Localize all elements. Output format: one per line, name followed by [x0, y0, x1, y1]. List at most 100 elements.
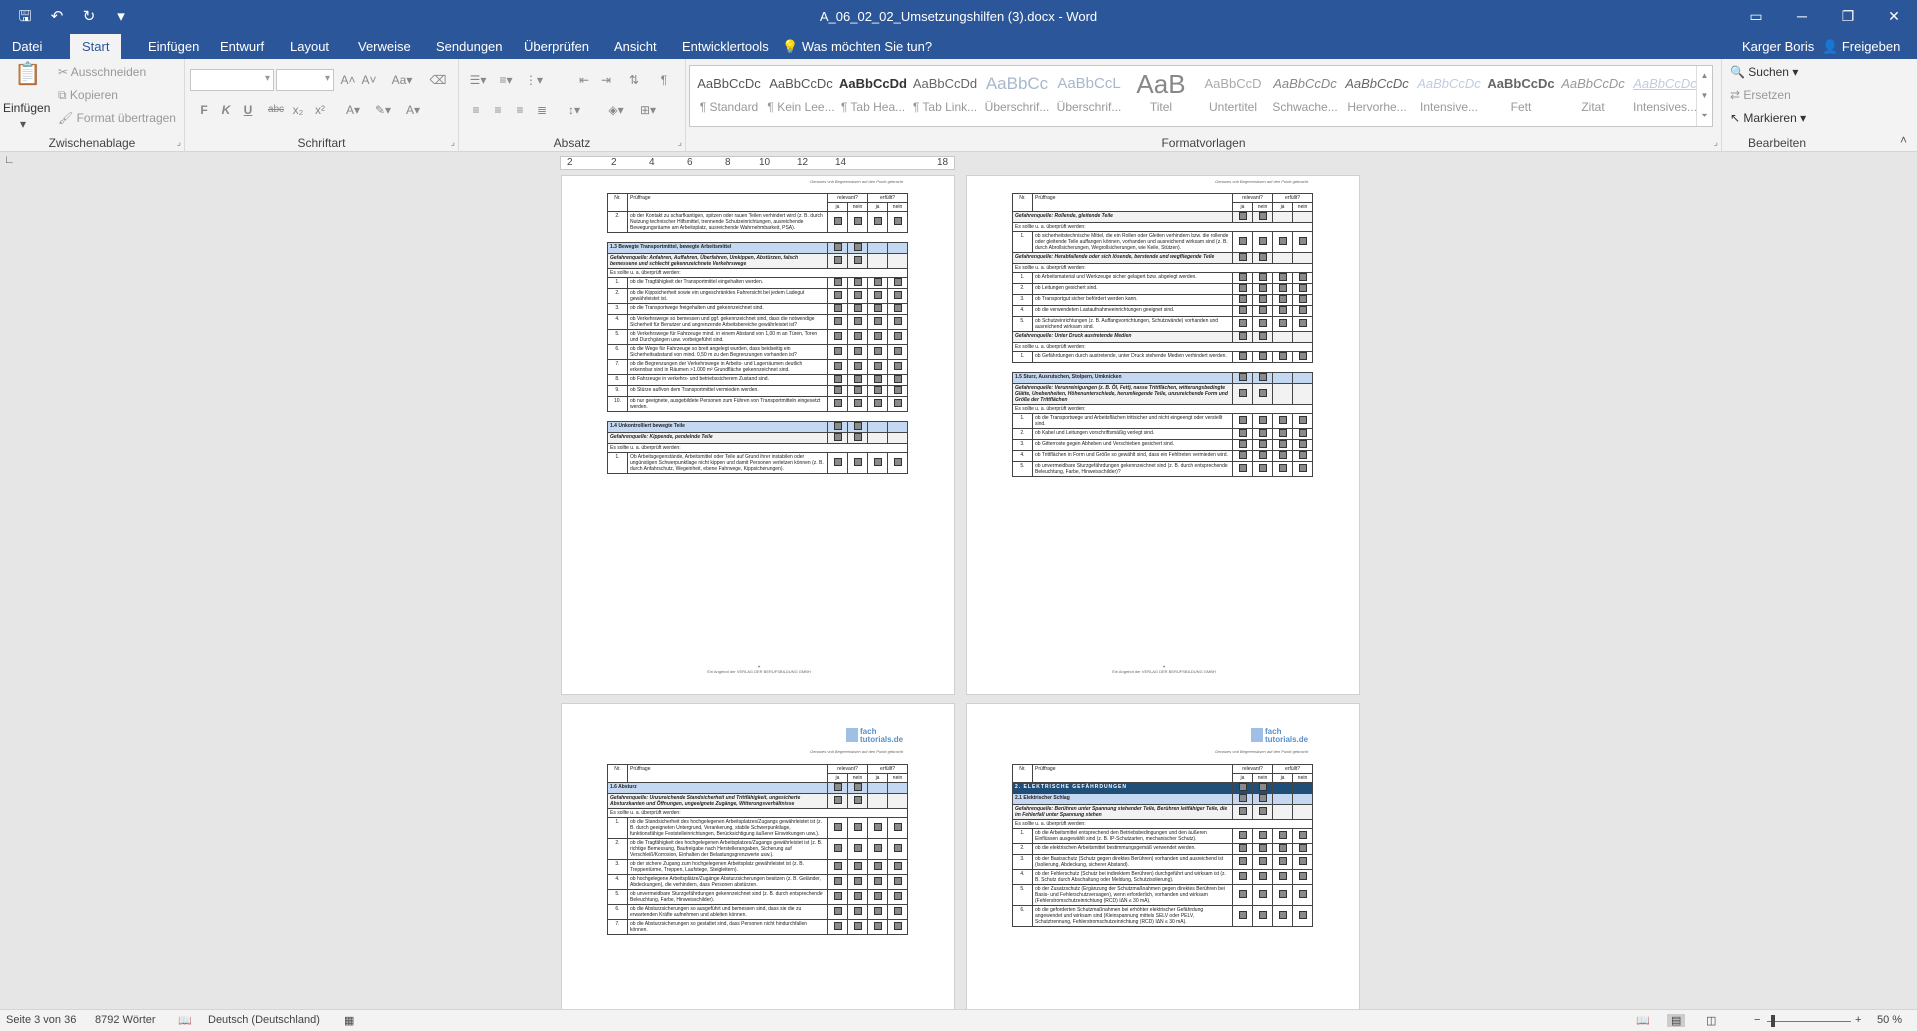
font-size-combo[interactable] — [276, 69, 334, 91]
checkbox[interactable] — [887, 817, 909, 839]
checkbox[interactable] — [846, 374, 869, 386]
replace-button[interactable]: ⇄ Ersetzen — [1730, 88, 1791, 102]
style-subtitle[interactable]: AaBbCcD Untertitel — [1198, 68, 1268, 124]
checkbox[interactable] — [887, 874, 909, 890]
checkbox[interactable] — [867, 344, 889, 360]
checkbox[interactable] — [867, 838, 889, 860]
print-layout-icon[interactable]: ▤ — [1667, 1014, 1686, 1027]
macro-record-icon[interactable]: ▦ — [344, 1014, 354, 1027]
checkbox[interactable] — [867, 329, 889, 345]
checkbox[interactable] — [887, 385, 909, 397]
checkbox[interactable] — [1272, 294, 1294, 306]
checkbox[interactable] — [846, 838, 869, 860]
tell-me-search[interactable]: 💡 Was möchten Sie tun? — [770, 34, 944, 59]
checkbox[interactable] — [1292, 272, 1314, 284]
checkbox[interactable] — [1251, 869, 1274, 885]
checkbox[interactable] — [887, 859, 909, 875]
checkbox[interactable] — [1292, 428, 1314, 440]
checkbox[interactable] — [1272, 869, 1294, 885]
checkbox[interactable] — [846, 452, 869, 474]
checkbox[interactable] — [1292, 450, 1314, 462]
checkbox[interactable] — [846, 303, 869, 315]
checkbox[interactable] — [887, 374, 909, 386]
checkbox[interactable] — [1232, 854, 1253, 870]
checkbox[interactable] — [887, 359, 909, 375]
paste-button[interactable]: Einfügen — [3, 101, 50, 115]
paste-icon[interactable]: 📋 — [14, 63, 42, 93]
checkbox[interactable] — [1232, 294, 1253, 306]
checkbox[interactable] — [827, 452, 848, 474]
checkbox[interactable] — [846, 314, 869, 330]
checkbox[interactable] — [867, 452, 889, 474]
checkbox[interactable] — [1272, 272, 1294, 284]
borders-icon[interactable]: ⊞▾ — [635, 101, 661, 119]
style-standard[interactable]: AaBbCcDc ¶ Standard — [694, 68, 764, 124]
checkbox[interactable] — [1292, 305, 1314, 317]
checkbox[interactable] — [867, 904, 889, 920]
style-heading-2[interactable]: AaBbCcL Überschrif... — [1054, 68, 1124, 124]
word-count[interactable]: 8792 Wörter — [95, 1014, 156, 1026]
font-launcher-icon[interactable]: ⌟ — [451, 137, 455, 148]
checkbox[interactable] — [846, 874, 869, 890]
multilevel-list-icon[interactable]: ⋮▾ — [521, 71, 547, 89]
proofing-icon[interactable]: 📖 — [178, 1014, 192, 1027]
zoom-slider-thumb[interactable] — [1771, 1015, 1775, 1027]
checkbox[interactable] — [827, 904, 848, 920]
checkbox[interactable] — [827, 329, 848, 345]
checkbox[interactable] — [1251, 461, 1274, 477]
checkbox[interactable] — [1232, 461, 1253, 477]
checkbox[interactable] — [1251, 854, 1274, 870]
increase-indent-icon[interactable]: ⇥ — [597, 71, 615, 89]
find-button[interactable]: 🔍 Suchen ▾ — [1730, 65, 1798, 79]
tab-file[interactable]: Datei — [0, 34, 54, 59]
align-center-icon[interactable]: ≡ — [489, 101, 507, 119]
checkbox[interactable] — [827, 344, 848, 360]
checkbox[interactable] — [827, 889, 848, 905]
checkbox[interactable] — [887, 396, 909, 412]
tab-developer[interactable]: Entwicklertools — [670, 34, 781, 59]
paragraph-launcher-icon[interactable]: ⌟ — [678, 137, 682, 148]
checkbox[interactable] — [1292, 905, 1314, 927]
checkbox[interactable] — [1272, 461, 1294, 477]
checkbox[interactable] — [846, 277, 869, 289]
language-indicator[interactable]: Deutsch (Deutschland) — [208, 1014, 320, 1026]
highlight-color-icon[interactable]: ✎▾ — [371, 101, 395, 119]
font-color-icon[interactable]: A▾ — [401, 101, 425, 119]
checkbox[interactable] — [1232, 316, 1253, 332]
close-button[interactable]: ✕ — [1871, 0, 1917, 32]
checkbox[interactable] — [827, 277, 848, 289]
checkbox[interactable] — [887, 303, 909, 315]
checkbox[interactable] — [1292, 854, 1314, 870]
checkbox[interactable] — [867, 889, 889, 905]
checkbox[interactable] — [867, 303, 889, 315]
style-tab-heading[interactable]: AaBbCcDd ¶ Tab Hea... — [838, 68, 908, 124]
minimize-button[interactable]: ─ — [1779, 0, 1825, 32]
checkbox[interactable] — [827, 874, 848, 890]
strikethrough-button[interactable]: abc — [265, 101, 287, 119]
checkbox[interactable] — [1232, 450, 1253, 462]
checkbox[interactable] — [1272, 828, 1294, 844]
checkbox[interactable] — [1251, 428, 1274, 440]
tab-layout[interactable]: Layout — [278, 34, 341, 59]
web-layout-icon[interactable]: ◫ — [1706, 1014, 1716, 1027]
bullets-icon[interactable]: ☰▾ — [465, 71, 491, 89]
style-heading-1[interactable]: AaBbCc Überschrif... — [982, 68, 1052, 124]
checkbox[interactable] — [846, 344, 869, 360]
style-tab-link[interactable]: AaBbCcDd ¶ Tab Link... — [910, 68, 980, 124]
style-emphasis[interactable]: AaBbCcDc Hervorhe... — [1342, 68, 1412, 124]
checkbox[interactable] — [887, 904, 909, 920]
checkbox[interactable] — [1272, 231, 1294, 253]
checkbox[interactable] — [1251, 450, 1274, 462]
checkbox[interactable] — [887, 919, 909, 935]
checkbox[interactable] — [827, 817, 848, 839]
checkbox[interactable] — [887, 452, 909, 474]
zoom-in-button[interactable]: + — [1855, 1014, 1861, 1026]
checkbox[interactable] — [1232, 869, 1253, 885]
zoom-out-button[interactable]: − — [1754, 1014, 1760, 1026]
checkbox[interactable] — [1292, 869, 1314, 885]
checkbox[interactable] — [846, 396, 869, 412]
checkbox[interactable] — [867, 314, 889, 330]
checkbox[interactable] — [887, 889, 909, 905]
checkbox[interactable] — [867, 874, 889, 890]
checkbox[interactable] — [1232, 283, 1253, 295]
